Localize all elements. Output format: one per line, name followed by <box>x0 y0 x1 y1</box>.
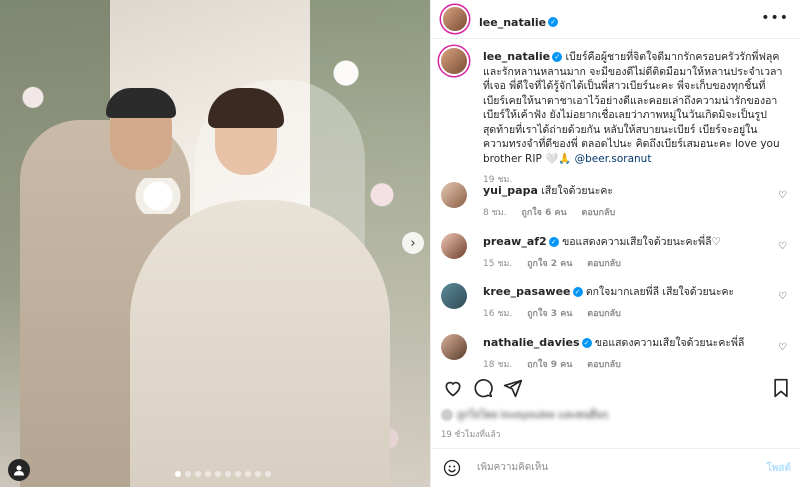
chevron-right-icon: › <box>410 235 416 251</box>
comment-input[interactable] <box>475 461 729 474</box>
bride-dress <box>130 200 390 487</box>
share-icon[interactable] <box>503 378 523 398</box>
verified-badge-icon: ✓ <box>548 16 559 27</box>
caption-mention[interactable]: @beer.soranut <box>575 153 652 165</box>
carousel-dot <box>175 471 181 477</box>
verified-badge-icon: ✓ <box>581 338 592 348</box>
comment-meta: 15 ชม. ถูกใจ 2 คน ตอบกลับ <box>483 256 773 270</box>
bookmark-icon[interactable] <box>771 378 791 398</box>
more-options-icon[interactable]: ••• <box>761 10 789 26</box>
post-header: lee_natalie ✓ ••• <box>431 0 800 39</box>
comment-time: 15 ชม. <box>483 258 513 269</box>
comment-time: 16 ชม. <box>483 308 513 319</box>
carousel-dot <box>215 471 221 477</box>
reply-button[interactable]: ตอบกลับ <box>582 208 616 218</box>
comment-likes[interactable]: ถูกใจ 3 คน <box>527 309 572 319</box>
commenter-username[interactable]: preaw_af2 <box>483 235 547 248</box>
commenter-avatar[interactable] <box>441 334 467 360</box>
post-side-panel: lee_natalie ✓ ••• lee_natalie ✓ เบียร์คือผ… <box>430 0 800 487</box>
commenter-avatar[interactable] <box>441 283 467 309</box>
comment-text: เสียใจด้วยนะคะ <box>541 185 613 197</box>
comment-likes[interactable]: ถูกใจ 9 คน <box>527 360 572 369</box>
post-comment-button[interactable]: โพสต์ <box>766 461 791 476</box>
caption-text: lee_natalie ✓ เบียร์คือผู้ชายที่จิตใจดีมา… <box>483 50 783 166</box>
comment-meta: 18 ชม. ถูกใจ 9 คน ตอบกลับ <box>483 357 773 369</box>
add-comment-bar: โพสต์ <box>431 448 800 488</box>
carousel-dot <box>255 471 261 477</box>
comment-heart-icon[interactable]: ♡ <box>778 241 787 252</box>
comment-heart-icon[interactable]: ♡ <box>778 190 787 201</box>
comment-meta: 16 ชม. ถูกใจ 3 คน ตอบกลับ <box>483 306 773 320</box>
reply-button[interactable]: ตอบกลับ <box>587 259 621 269</box>
comment-time: 18 ชม. <box>483 359 513 369</box>
liker-avatar <box>441 409 453 421</box>
comment-text: ขอแสดงความเสียใจด้วยนะคะพี่ลี♡ <box>562 236 721 248</box>
comments-section[interactable]: lee_natalie ✓ เบียร์คือผู้ชายที่จิตใจดีมา… <box>431 38 800 368</box>
commenter-avatar[interactable] <box>441 182 467 208</box>
verified-badge-icon: ✓ <box>548 237 559 247</box>
carousel-dot <box>235 471 241 477</box>
author-username[interactable]: lee_natalie <box>479 16 546 29</box>
comment-text: ตกใจมากเลยพี่ลี เสียใจด้วยนะคะ <box>585 286 735 298</box>
action-bar <box>431 376 800 404</box>
comment-time: 8 ชม. <box>483 207 507 218</box>
user-tag-icon <box>14 465 24 476</box>
comment-likes[interactable]: ถูกใจ 6 คน <box>521 208 566 218</box>
carousel-dot <box>185 471 191 477</box>
verified-badge-icon: ✓ <box>572 287 583 297</box>
reply-button[interactable]: ตอบกลับ <box>587 309 621 319</box>
comment-text-line: nathalie_davies ✓ ขอแสดงความเสียใจด้วยนะค… <box>483 336 773 351</box>
caption-username[interactable]: lee_natalie <box>483 50 550 63</box>
post-time: 19 ชั่วโมงที่แล้ว <box>441 430 501 440</box>
comment-icon[interactable] <box>473 378 493 398</box>
carousel-next-button[interactable]: › <box>402 232 424 254</box>
carousel-dot <box>195 471 201 477</box>
commenter-avatar[interactable] <box>441 233 467 259</box>
verified-badge-icon: ✓ <box>552 52 563 62</box>
commenter-username[interactable]: kree_pasawee <box>483 285 571 298</box>
carousel-dot <box>205 471 211 477</box>
caption-avatar[interactable] <box>441 48 467 74</box>
comment-meta: 8 ชม. ถูกใจ 6 คน ตอบกลับ <box>483 205 773 219</box>
comment-heart-icon[interactable]: ♡ <box>778 342 787 353</box>
comment-text-line: kree_pasawee ✓ ตกใจมากเลยพี่ลี เสียใจด้วย… <box>483 285 773 300</box>
carousel-dot <box>245 471 251 477</box>
comment-text: ขอแสดงความเสียใจด้วยนะคะพี่ลี <box>594 337 745 349</box>
groom-hair <box>106 88 176 118</box>
carousel-dots <box>175 471 271 477</box>
comment-likes[interactable]: ถูกใจ 2 คน <box>527 259 572 269</box>
author-avatar[interactable] <box>443 7 467 31</box>
likes-line[interactable]: ถูกใจโดย loveyoulee และคนอื่นๆ <box>441 408 608 423</box>
commenter-username[interactable]: nathalie_davies <box>483 336 580 349</box>
author-name-wrap: lee_natalie ✓ <box>479 11 559 30</box>
bouquet <box>135 178 181 214</box>
caption-body: เบียร์คือผู้ชายที่จิตใจดีมากรักครอบครัวร… <box>483 51 783 165</box>
user-tag-button[interactable] <box>8 459 30 481</box>
emoji-icon[interactable] <box>443 459 461 477</box>
comment-text-line: preaw_af2 ✓ ขอแสดงความเสียใจด้วยนะคะพี่ลี… <box>483 235 773 250</box>
carousel-dot <box>265 471 271 477</box>
commenter-username[interactable]: yui_papa <box>483 184 538 197</box>
post-photo[interactable]: › <box>0 0 430 487</box>
comment-text-line: yui_papa เสียใจด้วยนะคะ <box>483 184 773 199</box>
heart-icon[interactable] <box>443 378 463 398</box>
comment-heart-icon[interactable]: ♡ <box>778 291 787 302</box>
carousel-dot <box>225 471 231 477</box>
likes-text: ถูกใจโดย loveyoulee และคนอื่นๆ <box>457 410 609 421</box>
reply-button[interactable]: ตอบกลับ <box>587 360 621 369</box>
